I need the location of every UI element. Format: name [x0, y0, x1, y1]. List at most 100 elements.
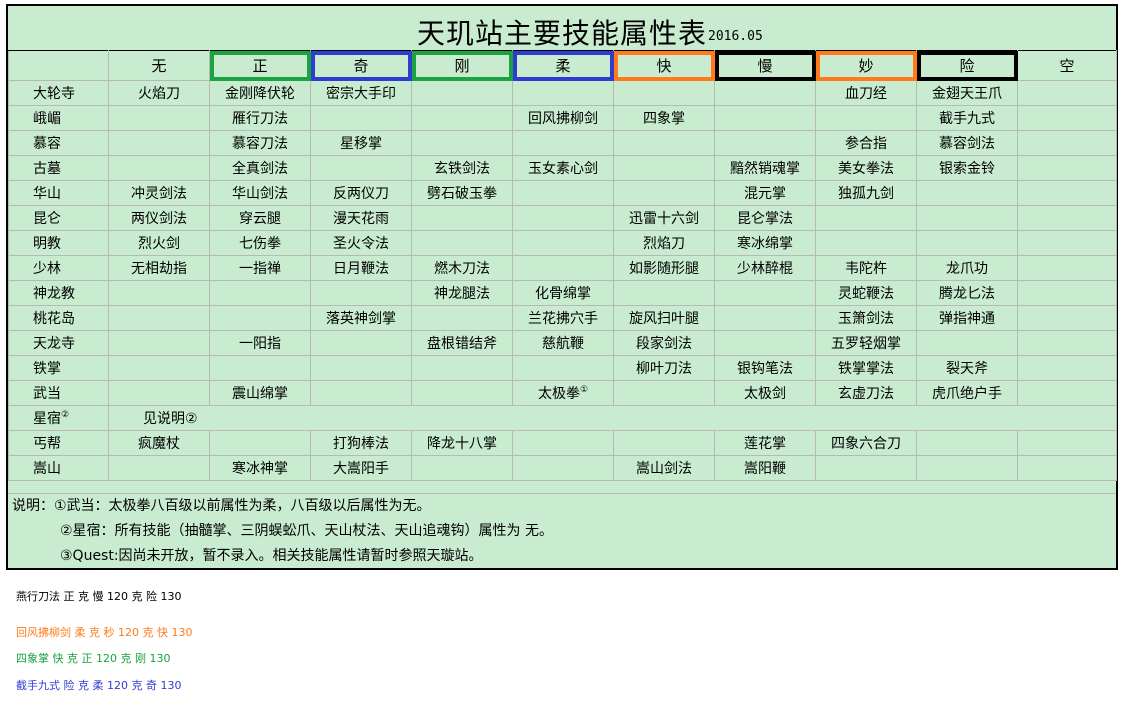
- attribute-sheet: 天玑站主要技能属性表 2016.05 无正奇刚柔快慢妙险空大轮寺 火焰刀 金刚降伏轮…: [6, 4, 1118, 570]
- skill-name: 金翅天王爪: [932, 86, 1002, 102]
- skill-cell: [916, 180, 1018, 206]
- sect-name: 昆仑: [8, 205, 109, 231]
- skill-cell: 兰花拂穴手: [512, 305, 614, 331]
- skill-name: 打狗棒法: [333, 436, 389, 452]
- skill-cell: [1017, 355, 1117, 381]
- skill-cell: 玄虚刀法: [815, 380, 917, 406]
- table-row: 峨嵋 雁行刀法 回风拂柳剑 四象掌 截手九式: [8, 105, 1117, 131]
- skill-cell: [411, 355, 513, 381]
- footnote-mark: ②: [61, 410, 70, 420]
- table-row: 丐帮 疯魔杖 打狗棒法 降龙十八掌 莲花掌 四象六合刀: [8, 430, 1117, 456]
- sect-label: 嵩山: [33, 461, 61, 477]
- skill-name: 嵩阳鞭: [744, 461, 786, 477]
- skill-cell: 劈石破玉拳: [411, 180, 513, 206]
- skill-cell: [1017, 80, 1117, 106]
- skill-cell: 血刀经: [815, 80, 917, 106]
- skill-cell: [1017, 455, 1117, 481]
- skill-name: 寒冰绵掌: [737, 236, 793, 252]
- skill-cell: 嵩阳鞭: [714, 455, 816, 481]
- skill-cell: [512, 80, 614, 106]
- skill-cell: [613, 80, 715, 106]
- skill-cell: [1017, 205, 1117, 231]
- skill-cell: [310, 355, 412, 381]
- skill-cell: 全真剑法: [209, 155, 311, 181]
- table-row: 桃花岛 落英神剑掌 兰花拂穴手 旋风扫叶腿 玉箫剑法 弹指神通: [8, 305, 1117, 331]
- attribute-header: 无: [108, 50, 210, 81]
- skill-cell: [714, 305, 816, 331]
- skill-cell: 如影随形腿: [613, 255, 715, 281]
- skill-cell: 四象掌: [613, 105, 715, 131]
- table-row: 华山 冲灵剑法 华山剑法 反两仪刀 劈石破玉拳 混元掌 独孤九剑: [8, 180, 1117, 206]
- skill-name: 震山绵掌: [232, 386, 288, 402]
- skill-cell: [310, 330, 412, 356]
- sect-name: 铁掌: [8, 355, 109, 381]
- skill-cell: [108, 105, 210, 131]
- skill-name: 冲灵剑法: [131, 186, 187, 202]
- skill-name: 慕容刀法: [232, 136, 288, 152]
- skill-cell: 美女拳法: [815, 155, 917, 181]
- sect-name: 星宿②: [8, 405, 109, 431]
- skill-cell: [411, 380, 513, 406]
- skill-name: 嵩山剑法: [636, 461, 692, 477]
- skill-cell: 火焰刀: [108, 80, 210, 106]
- skill-cell: [1017, 305, 1117, 331]
- skill-cell: 独孤九剑: [815, 180, 917, 206]
- skill-cell: 玉女素心剑: [512, 155, 614, 181]
- table-row: 天龙寺 一阳指 盘根错结斧 慈航鞭 段家剑法 五罗轻烟掌: [8, 330, 1117, 356]
- skill-name: 降龙十八掌: [427, 436, 497, 452]
- skill-cell: [714, 280, 816, 306]
- skill-cell: [512, 430, 614, 456]
- skill-name: 虎爪绝户手: [932, 386, 1002, 402]
- skill-name: 玄虚刀法: [838, 386, 894, 402]
- skill-cell: [714, 330, 816, 356]
- skill-cell: 无相劫指: [108, 255, 210, 281]
- sect-label: 铁掌: [33, 361, 61, 377]
- skill-name: 四象掌: [643, 111, 685, 127]
- date-label: 2016.05: [708, 29, 763, 44]
- skill-cell: [108, 280, 210, 306]
- attribute-header: 柔: [512, 50, 614, 81]
- skill-cell: [1017, 380, 1117, 406]
- note-quest: ③Quest:因尚未开放，暂不录入。相关技能属性请暂时参照天璇站。: [60, 548, 483, 564]
- skill-cell: 参合指: [815, 130, 917, 156]
- skill-name: 玉女素心剑: [528, 161, 598, 177]
- attribute-header: 正: [209, 50, 311, 81]
- skill-name: 黯然销魂掌: [730, 161, 800, 177]
- attribute-header: 险: [916, 50, 1018, 81]
- skill-cell: 落英神剑掌: [310, 305, 412, 331]
- skill-cell: 慈航鞭: [512, 330, 614, 356]
- skill-name: 反两仪刀: [333, 186, 389, 202]
- skill-name: 混元掌: [744, 186, 786, 202]
- skill-name: 裂天斧: [946, 361, 988, 377]
- skill-cell: [108, 305, 210, 331]
- skill-cell: 七伤拳: [209, 230, 311, 256]
- attribute-header: 慢: [714, 50, 816, 81]
- skill-cell: [209, 280, 311, 306]
- skill-cell: 慕容剑法: [916, 130, 1018, 156]
- skill-name: 银索金铃: [939, 161, 995, 177]
- sect-name: 慕容: [8, 130, 109, 156]
- skill-cell: 黯然销魂掌: [714, 155, 816, 181]
- skill-cell: 燃木刀法: [411, 255, 513, 281]
- skill-cell: 打狗棒法: [310, 430, 412, 456]
- note-wudang: 说明：①武当：太极拳八百级以前属性为柔，八百级以后属性为无。: [12, 498, 431, 514]
- sect-name: 嵩山: [8, 455, 109, 481]
- sect-name: 大轮寺: [8, 80, 109, 106]
- table-row: 神龙教 神龙腿法 化骨绵掌 灵蛇鞭法 腾龙匕法: [8, 280, 1117, 306]
- table-row: 嵩山 寒冰神掌 大嵩阳手 嵩山剑法 嵩阳鞭: [8, 455, 1117, 481]
- sect-label: 丐帮: [33, 436, 61, 452]
- skill-cell: [108, 380, 210, 406]
- sect-label: 天龙寺: [33, 336, 75, 352]
- footnote-mark: ①: [579, 385, 589, 395]
- skill-cell: 冲灵剑法: [108, 180, 210, 206]
- skill-cell: [411, 80, 513, 106]
- skill-name: 一阳指: [239, 336, 281, 352]
- skill-cell: [613, 180, 715, 206]
- notes-section: 说明：①武当：太极拳八百级以前属性为柔，八百级以后属性为无。 ②星宿：所有技能（…: [8, 493, 1116, 569]
- skill-name: 迅雷十六剑: [629, 211, 699, 227]
- skill-cell: 柳叶刀法: [613, 355, 715, 381]
- page-title: 天玑站主要技能属性表: [416, 17, 707, 50]
- skill-cell: [916, 330, 1018, 356]
- sect-name: 桃花岛: [8, 305, 109, 331]
- skill-cell: [916, 455, 1018, 481]
